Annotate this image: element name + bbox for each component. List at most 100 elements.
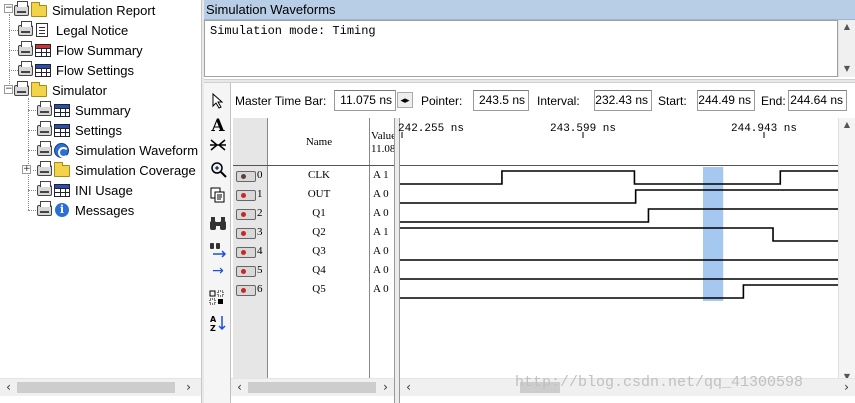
signal-name: Q5 <box>312 283 326 295</box>
scroll-left-arrow-icon[interactable]: ‹ <box>0 379 17 396</box>
tree-item-simulation-coverage[interactable]: Simulation Coverage <box>37 160 196 180</box>
signal-row[interactable]: 2 Q1 A 0 <box>233 205 395 224</box>
end-field[interactable]: 244.64 ns <box>788 90 847 111</box>
scroll-thumb[interactable] <box>17 382 175 393</box>
tree-item-simulation-report[interactable]: Simulation Report <box>14 0 155 20</box>
signal-row[interactable]: 6 Q5 A 0 <box>233 281 395 300</box>
find-next-icon[interactable] <box>207 241 229 261</box>
signal-name: Q1 <box>312 207 326 219</box>
scroll-thumb[interactable] <box>248 382 376 393</box>
interval-field[interactable]: 232.43 ns <box>594 90 652 111</box>
scroll-right-arrow-icon[interactable]: › <box>180 379 197 396</box>
master-time-bar-field[interactable]: 11.075 ns <box>334 90 396 111</box>
output-pin-icon <box>236 266 256 277</box>
mode-box-vertical-scrollbar[interactable]: ▲ ▼ <box>838 20 855 77</box>
tree-connector <box>33 170 36 171</box>
waveforms-title-bar: Simulation Waveforms <box>204 0 855 20</box>
tree-connector <box>9 50 18 51</box>
tree-item-simulator[interactable]: Simulator <box>14 80 107 100</box>
tree-item-settings[interactable]: Settings <box>37 120 122 140</box>
signal-row[interactable]: 3 Q2 A 1 <box>233 224 395 243</box>
scroll-right-arrow-icon[interactable]: › <box>838 379 855 396</box>
scroll-left-arrow-icon[interactable]: ‹ <box>400 379 417 396</box>
printer-folder-icon <box>37 161 71 178</box>
tree-connector <box>9 14 10 90</box>
printer-waveform-icon <box>37 141 71 158</box>
horizontal-splitter[interactable] <box>204 79 855 83</box>
scroll-right-arrow-icon[interactable]: › <box>377 379 394 396</box>
waveform-vertical-scrollbar[interactable]: ▲ ▼ <box>838 118 855 384</box>
interval-label: Interval: <box>537 94 580 108</box>
waveform-trace-out[interactable] <box>400 189 838 204</box>
waveform-display[interactable]: 242.255 ns 243.599 ns 244.943 ns <box>398 118 855 384</box>
signal-name: CLK <box>308 169 330 181</box>
output-pin-icon <box>236 190 256 201</box>
waveform-trace-q2[interactable] <box>400 227 838 242</box>
panel-title: Simulation Waveforms <box>206 2 336 17</box>
tree-item-ini-usage[interactable]: INI Usage <box>37 180 133 200</box>
tree-item-summary[interactable]: Summary <box>37 100 131 120</box>
tree-connector <box>28 110 36 111</box>
time-bar-stepper[interactable]: ◂▸ <box>397 92 413 108</box>
tree-item-messages[interactable]: i Messages <box>37 200 134 220</box>
tree-item-flow-settings[interactable]: Flow Settings <box>18 60 134 80</box>
signal-row[interactable]: 5 Q4 A 0 <box>233 262 395 281</box>
printer-table-icon <box>37 121 71 138</box>
input-pin-icon <box>236 171 256 182</box>
scroll-up-arrow-icon[interactable]: ▲ <box>839 118 855 132</box>
tree-connector <box>28 150 36 151</box>
tree-item-label: Messages <box>75 202 135 218</box>
grid-horizontal-scrollbar[interactable]: ‹ › <box>231 378 394 396</box>
pointer-field[interactable]: 243.5 ns <box>473 90 529 111</box>
signal-row[interactable]: 0 CLK A 1 <box>233 167 395 186</box>
sort-az-icon[interactable]: AZ <box>207 314 229 334</box>
tree-item-label: Simulation Report <box>52 2 156 18</box>
start-field[interactable]: 244.49 ns <box>697 90 755 111</box>
text-tool-icon[interactable]: A <box>207 116 229 136</box>
tree-item-label: Summary <box>75 102 131 118</box>
report-tree: − − + Simulation Report Legal Notice Flo… <box>0 0 201 403</box>
select-pointer-icon[interactable] <box>207 92 229 113</box>
expander-simulation-coverage[interactable]: + <box>22 165 31 174</box>
waveform-canvas[interactable] <box>400 118 838 384</box>
tree-item-label: Settings <box>75 122 122 138</box>
signal-index: 0 <box>257 169 263 181</box>
svg-text:Z: Z <box>210 324 216 332</box>
waveform-trace-q5[interactable] <box>400 284 838 299</box>
tree-horizontal-scrollbar[interactable]: ‹ › <box>0 378 201 396</box>
copy-icon[interactable] <box>207 187 229 207</box>
svg-text:A: A <box>210 315 217 324</box>
selection-interval[interactable] <box>702 167 724 301</box>
printer-info-icon: i <box>37 201 71 218</box>
node-finder-icon[interactable] <box>207 137 229 157</box>
printer-table-icon <box>37 101 71 118</box>
group-icon[interactable] <box>207 290 229 310</box>
waveform-toolbar: A → AZ <box>204 83 231 403</box>
go-to-arrow-icon[interactable]: → <box>207 261 229 281</box>
tree-item-label: Flow Settings <box>56 62 135 78</box>
signal-row[interactable]: 4 Q3 A 0 <box>233 243 395 262</box>
start-label: Start: <box>658 94 687 108</box>
tree-connector <box>28 98 29 210</box>
expander-simulation-report[interactable]: − <box>4 4 13 13</box>
waveform-trace-q1[interactable] <box>400 208 838 223</box>
signal-row[interactable]: 1 OUT A 0 <box>233 186 395 205</box>
zoom-icon[interactable] <box>207 161 229 181</box>
expander-simulator[interactable]: − <box>4 85 13 94</box>
tree-item-flow-summary[interactable]: Flow Summary <box>18 40 143 60</box>
name-column-header[interactable]: Name <box>268 136 370 148</box>
tree-item-label: Flow Summary <box>56 42 143 58</box>
signal-index: 3 <box>257 226 263 238</box>
tree-item-legal-notice[interactable]: Legal Notice <box>18 20 128 40</box>
scroll-up-arrow-icon[interactable]: ▲ <box>839 20 855 34</box>
printer-document-icon <box>18 21 52 38</box>
tree-connector <box>9 70 18 71</box>
tree-item-simulation-waveform[interactable]: Simulation Waveform <box>37 140 198 160</box>
scroll-left-arrow-icon[interactable]: ‹ <box>231 379 248 396</box>
output-pin-icon <box>236 247 256 258</box>
find-binoculars-icon[interactable] <box>207 216 229 236</box>
output-pin-icon <box>236 209 256 220</box>
signal-name: Q4 <box>312 264 326 276</box>
waveform-trace-clk[interactable] <box>400 170 838 185</box>
scroll-down-arrow-icon[interactable]: ▼ <box>839 62 855 76</box>
